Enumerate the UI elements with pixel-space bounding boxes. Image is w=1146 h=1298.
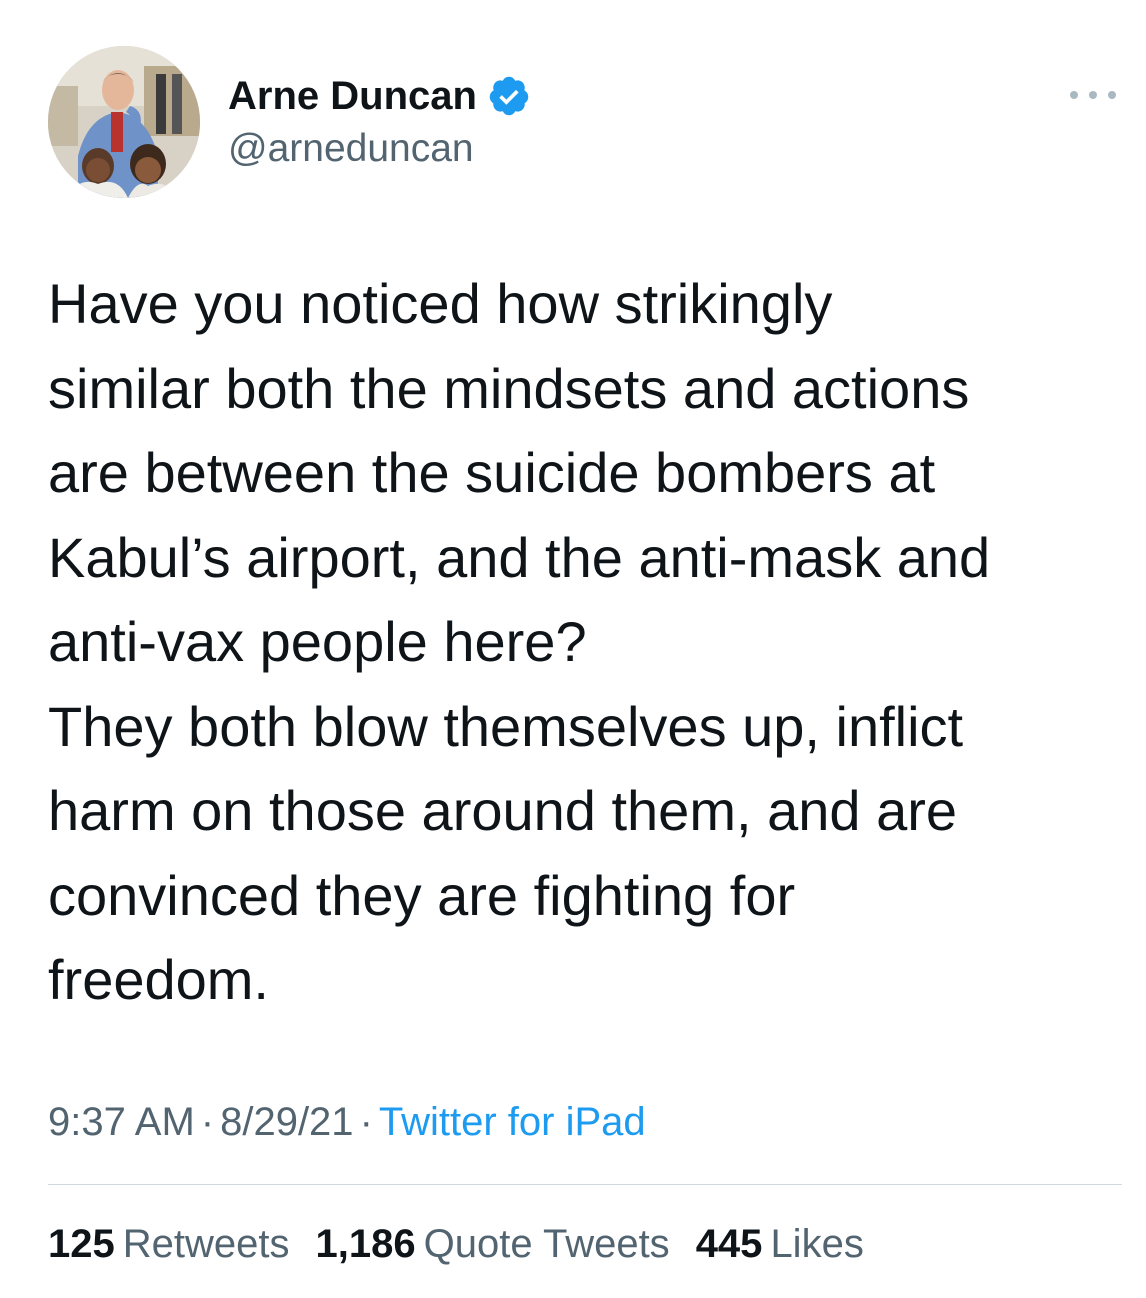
tweet-text-line: Have you noticed how strikingly — [48, 272, 833, 335]
retweets-stat[interactable]: 125 Retweets — [48, 1216, 290, 1272]
tweet-time[interactable]: 9:37 AM — [48, 1100, 195, 1144]
more-dots-icon — [1070, 91, 1116, 99]
profile-photo-icon — [48, 46, 200, 198]
tweet-card: Arne Duncan @arneduncan Have you noticed… — [0, 0, 1146, 1298]
tweet-text-line: Kabul’s airport, and the anti-mask and — [48, 525, 991, 589]
author-name-row[interactable]: Arne Duncan — [228, 70, 531, 122]
quote-tweets-count: 1,186 — [315, 1222, 416, 1266]
tweet-stats: 125 Retweets 1,186 Quote Tweets 445 Likes — [48, 1216, 864, 1272]
quote-tweets-stat[interactable]: 1,186 Quote Tweets — [316, 1216, 670, 1272]
tweet-text-line: anti-vax people here? — [48, 610, 587, 673]
tweet-text-line: convinced they are fighting for — [48, 863, 796, 927]
avatar[interactable] — [48, 46, 200, 198]
tweet-text-line: are between the suicide bombers at — [48, 441, 936, 504]
likes-count: 445 — [695, 1222, 763, 1266]
meta-separator: · — [200, 1100, 215, 1144]
tweet-date[interactable]: 8/29/21 — [220, 1100, 353, 1144]
author-handle[interactable]: @arneduncan — [228, 124, 474, 174]
quote-tweets-label: Quote Tweets — [423, 1222, 670, 1266]
retweets-label: Retweets — [122, 1222, 290, 1266]
meta-separator: · — [359, 1100, 373, 1144]
tweet-text: Have you noticed how strikingly similar … — [48, 262, 1128, 1023]
tweet-text-line: harm on those around them, and are — [48, 779, 958, 842]
tweet-text-line: freedom. — [48, 948, 269, 1011]
divider — [48, 1184, 1122, 1185]
tweet-text-line: They both blow themselves up, inflict — [48, 694, 964, 758]
verified-badge-icon — [489, 76, 529, 116]
likes-label: Likes — [770, 1222, 864, 1266]
retweets-count: 125 — [48, 1222, 115, 1266]
likes-stat[interactable]: 445 Likes — [696, 1216, 864, 1272]
tweet-meta: 9:37 AM · 8/29/21 · Twitter for iPad — [48, 1094, 646, 1150]
more-button[interactable] — [1064, 80, 1122, 110]
tweet-text-line: similar both the mindsets and actions — [48, 356, 970, 420]
tweet-source-link[interactable]: Twitter for iPad — [379, 1100, 646, 1144]
display-name[interactable]: Arne Duncan — [228, 70, 477, 122]
